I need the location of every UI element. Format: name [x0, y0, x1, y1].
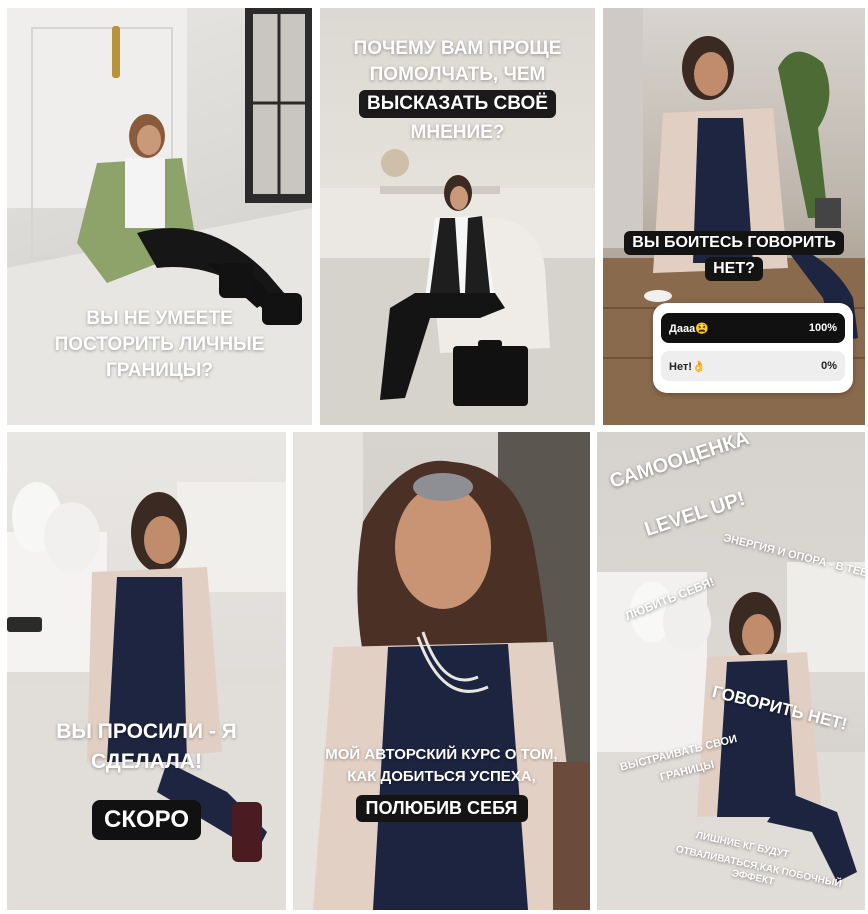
- story-panel-5: МОЙ АВТОРСКИЙ КУРС О ТОМ, КАК ДОБИТЬСЯ У…: [293, 432, 590, 910]
- panel-2-headline: ПОЧЕМУ ВАМ ПРОЩЕ ПОМОЛЧАТЬ, ЧЕМ ВЫСКАЗАТ…: [320, 36, 595, 146]
- photo-woman-closeup: [293, 432, 590, 910]
- headline-line: ГРАНИЦЫ?: [106, 360, 213, 381]
- panel-5-headline: МОЙ АВТОРСКИЙ КУРС О ТОМ, КАК ДОБИТЬСЯ У…: [293, 744, 590, 788]
- story-panel-2: ПОЧЕМУ ВАМ ПРОЩЕ ПОМОЛЧАТЬ, ЧЕМ ВЫСКАЗАТ…: [320, 8, 595, 425]
- poll-option-label: Нет!👌: [669, 360, 706, 373]
- headline-line: МОЙ АВТОРСКИЙ КУРС О ТОМ,: [325, 746, 558, 763]
- poll-option-yes[interactable]: Дааа😫 100%: [661, 313, 845, 343]
- headline-highlight: ВЫСКАЗАТЬ СВОЁ: [358, 90, 557, 118]
- poll-option-percent: 0%: [821, 360, 837, 372]
- question-line: ВЫ БОИТЕСЬ ГОВОРИТЬ: [624, 231, 844, 255]
- badge-wrap: СКОРО: [7, 800, 286, 840]
- panel-1-headline: ВЫ НЕ УМЕЕТЕ ПОСТОРИТЬ ЛИЧНЫЕ ГРАНИЦЫ?: [7, 306, 312, 384]
- poll-option-no[interactable]: Нет!👌 0%: [661, 351, 845, 381]
- coming-soon-badge: СКОРО: [91, 800, 201, 840]
- story-panel-4: ВЫ ПРОСИЛИ - Я СДЕЛАЛА! СКОРО: [7, 432, 286, 910]
- headline-line: МНЕНИЕ?: [410, 122, 505, 143]
- poll-option-percent: 100%: [808, 322, 837, 334]
- headline-line: ВЫ ПРОСИЛИ - Я: [56, 720, 237, 743]
- question-line: НЕТ?: [705, 257, 763, 281]
- story-panel-6: САМООЦЕНКА LEVEL UP! ЭНЕРГИЯ И ОПОРА - В…: [597, 432, 865, 910]
- highlight-wrap: ПОЛЮБИВ СЕБЯ: [293, 795, 590, 822]
- story-panel-1: ВЫ НЕ УМЕЕТЕ ПОСТОРИТЬ ЛИЧНЫЕ ГРАНИЦЫ?: [7, 8, 312, 425]
- panel-3-question: ВЫ БОИТЕСЬ ГОВОРИТЬ НЕТ?: [611, 229, 857, 281]
- poll-widget[interactable]: Дааа😫 100% Нет!👌 0%: [653, 303, 853, 393]
- headline-line: ПОЧЕМУ ВАМ ПРОЩЕ: [353, 38, 562, 59]
- headline-line: ПОСТОРИТЬ ЛИЧНЫЕ: [54, 334, 265, 355]
- panel-4-headline: ВЫ ПРОСИЛИ - Я СДЕЛАЛА!: [7, 717, 286, 777]
- course-highlight: ПОЛЮБИВ СЕБЯ: [355, 795, 528, 822]
- headline-highlight-wrap: ВЫСКАЗАТЬ СВОЁ: [320, 90, 595, 118]
- story-panel-3: ВЫ БОИТЕСЬ ГОВОРИТЬ НЕТ? Дааа😫 100% Нет!…: [603, 8, 865, 425]
- poll-option-label: Дааа😫: [669, 322, 709, 335]
- headline-line: КАК ДОБИТЬСЯ УСПЕХА,: [347, 768, 536, 785]
- headline-line: ВЫ НЕ УМЕЕТЕ: [86, 308, 233, 329]
- headline-line: ПОМОЛЧАТЬ, ЧЕМ: [369, 64, 546, 85]
- headline-line: СДЕЛАЛА!: [91, 750, 202, 773]
